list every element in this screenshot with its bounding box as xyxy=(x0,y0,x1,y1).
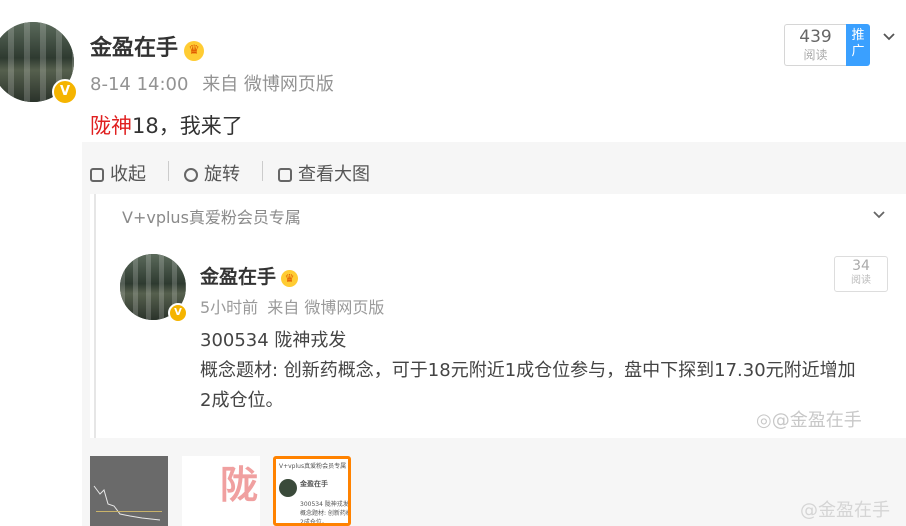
collapse-label: 收起 xyxy=(110,164,146,185)
promote-label-2: 广 xyxy=(851,44,865,59)
thumb-line-1: 300534 陇神戎发 xyxy=(300,501,349,508)
collapse-button[interactable]: 收起 xyxy=(90,160,146,186)
verified-badge-icon: V xyxy=(52,79,78,105)
post-text: 陇神18，我来了 xyxy=(90,110,243,140)
inner-read-box: 34 阅读 xyxy=(834,256,888,292)
topic-link[interactable]: 陇神 xyxy=(90,114,132,138)
inner-verified-badge-icon: V xyxy=(168,303,188,323)
thumb-avatar xyxy=(279,479,297,497)
inner-line-1: 300534 陇神戎发 xyxy=(200,330,347,351)
watermark-text: @金盈在手 xyxy=(771,410,862,431)
inner-time: 5小时前 xyxy=(200,298,259,317)
weibo-logo-icon: ◎ xyxy=(756,410,772,431)
toolbar-divider xyxy=(168,161,169,181)
thumb-char: 陇 xyxy=(220,463,259,507)
thumb-line-2: 概念题材: 创新药概 xyxy=(300,510,351,517)
thumbnail-text[interactable]: 陇 xyxy=(182,456,260,526)
thumb-name: 金盈在手 xyxy=(300,480,328,488)
inner-line-2: 概念题材: 创新药概念，可于18元附近1成仓位参与，盘中下探到17.30元附近增… xyxy=(200,360,856,381)
inner-chevron-down-icon xyxy=(873,211,885,219)
promote-label-1: 推 xyxy=(851,28,865,43)
thumbnail-chart[interactable] xyxy=(90,456,168,526)
more-chevron-down-icon[interactable] xyxy=(882,30,896,44)
inner-name-row: 金盈在手 ♛ xyxy=(200,262,299,289)
view-large-button[interactable]: 查看大图 xyxy=(278,160,370,186)
author-name[interactable]: 金盈在手 xyxy=(90,36,178,61)
thumb-line-3: 2成仓位。 xyxy=(300,519,328,526)
inner-vip-crown-icon: ♛ xyxy=(281,270,299,287)
inner-post-body: 300534 陇神戎发 概念题材: 创新药概念，可于18元附近1成仓位参与，盘中… xyxy=(200,326,900,416)
rotate-button[interactable]: 旋转 xyxy=(184,160,240,186)
weibo-watermark: ◎@金盈在手 xyxy=(756,406,862,432)
rotate-icon xyxy=(184,168,198,182)
chart-thumb-icon xyxy=(93,485,161,521)
thumb-header: V+vplus真爱粉会员专属 xyxy=(279,463,347,470)
thumbnail-selected[interactable]: V+vplus真爱粉会员专属 金盈在手 300534 陇神戎发 概念题材: 创新… xyxy=(273,456,351,526)
view-large-label: 查看大图 xyxy=(298,164,370,185)
toolbar-divider xyxy=(262,161,263,181)
read-label: 阅读 xyxy=(803,48,828,62)
post-timestamp[interactable]: 8-14 14:00 xyxy=(90,74,188,95)
rotate-label: 旋转 xyxy=(204,164,240,185)
inner-author-name: 金盈在手 xyxy=(200,266,277,288)
inner-read-count: 34 xyxy=(852,258,870,274)
promote-button[interactable]: 推 广 xyxy=(846,24,870,66)
inner-meta: 5小时前 来自 微博网页版 xyxy=(200,294,384,318)
post-source: 来自 微博网页版 xyxy=(202,74,334,95)
vplus-label: V+vplus真爱粉会员专属 xyxy=(122,208,301,227)
inner-read-label: 阅读 xyxy=(851,275,871,286)
vip-crown-icon: ♛ xyxy=(184,40,205,61)
inner-source: 来自 微博网页版 xyxy=(267,298,385,317)
view-large-icon xyxy=(278,168,292,182)
read-count: 439 xyxy=(799,27,832,47)
read-count-box: 439 阅读 xyxy=(784,24,846,66)
post-text-body: 18，我来了 xyxy=(132,114,243,138)
collapse-icon xyxy=(90,168,104,182)
author-name-row: 金盈在手 ♛ xyxy=(90,30,205,62)
post-meta: 8-14 14:00 来自 微博网页版 xyxy=(90,70,334,96)
faded-watermark: @金盈在手 xyxy=(800,500,890,521)
